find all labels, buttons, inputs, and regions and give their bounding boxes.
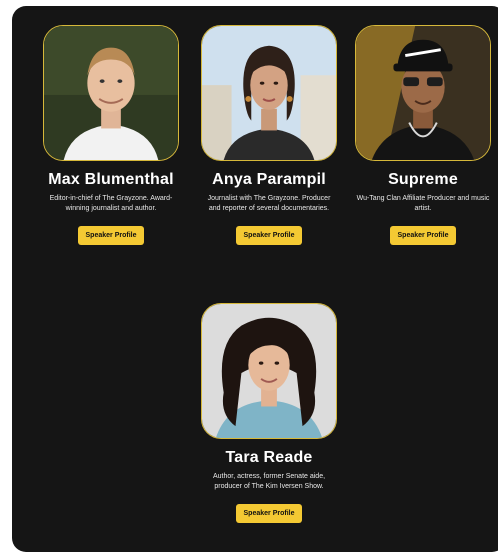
speaker-name: Anya Parampil bbox=[212, 171, 326, 188]
speaker-profile-button[interactable]: Speaker Profile bbox=[389, 226, 457, 245]
speaker-bio: Wu-Tang Clan Affiliate Producer and musi… bbox=[356, 195, 490, 212]
speaker-photo-image bbox=[202, 26, 336, 160]
speaker-card-tara-reade: Tara Reade Author, actress, former Senat… bbox=[189, 303, 349, 523]
speaker-card-max-blumenthal: Max Blumenthal Editor-in-chief of The Gr… bbox=[31, 25, 191, 245]
speaker-photo bbox=[43, 25, 179, 161]
speaker-photo bbox=[355, 25, 491, 161]
speaker-photo-image bbox=[44, 26, 178, 160]
speaker-profile-button[interactable]: Speaker Profile bbox=[235, 504, 303, 523]
speaker-name: Max Blumenthal bbox=[48, 171, 174, 188]
speaker-profile-button[interactable]: Speaker Profile bbox=[77, 226, 145, 245]
speaker-bio: Author, actress, former Senate aide, pro… bbox=[212, 473, 326, 490]
speaker-photo-image bbox=[202, 304, 336, 438]
speaker-profile-button[interactable]: Speaker Profile bbox=[235, 226, 303, 245]
speaker-photo-image bbox=[356, 26, 490, 160]
speaker-photo bbox=[201, 25, 337, 161]
speaker-name: Supreme bbox=[388, 171, 458, 188]
speaker-card-anya-parampil: Anya Parampil Journalist with The Grayzo… bbox=[189, 25, 349, 245]
speaker-bio: Journalist with The Grayzone. Producer a… bbox=[207, 195, 331, 212]
speaker-card-supreme: Supreme Wu-Tang Clan Affiliate Producer … bbox=[349, 25, 497, 245]
speaker-bio: Editor-in-chief of The Grayzone. Award-w… bbox=[49, 195, 173, 212]
speaker-name: Tara Reade bbox=[225, 449, 313, 466]
speaker-photo bbox=[201, 303, 337, 439]
